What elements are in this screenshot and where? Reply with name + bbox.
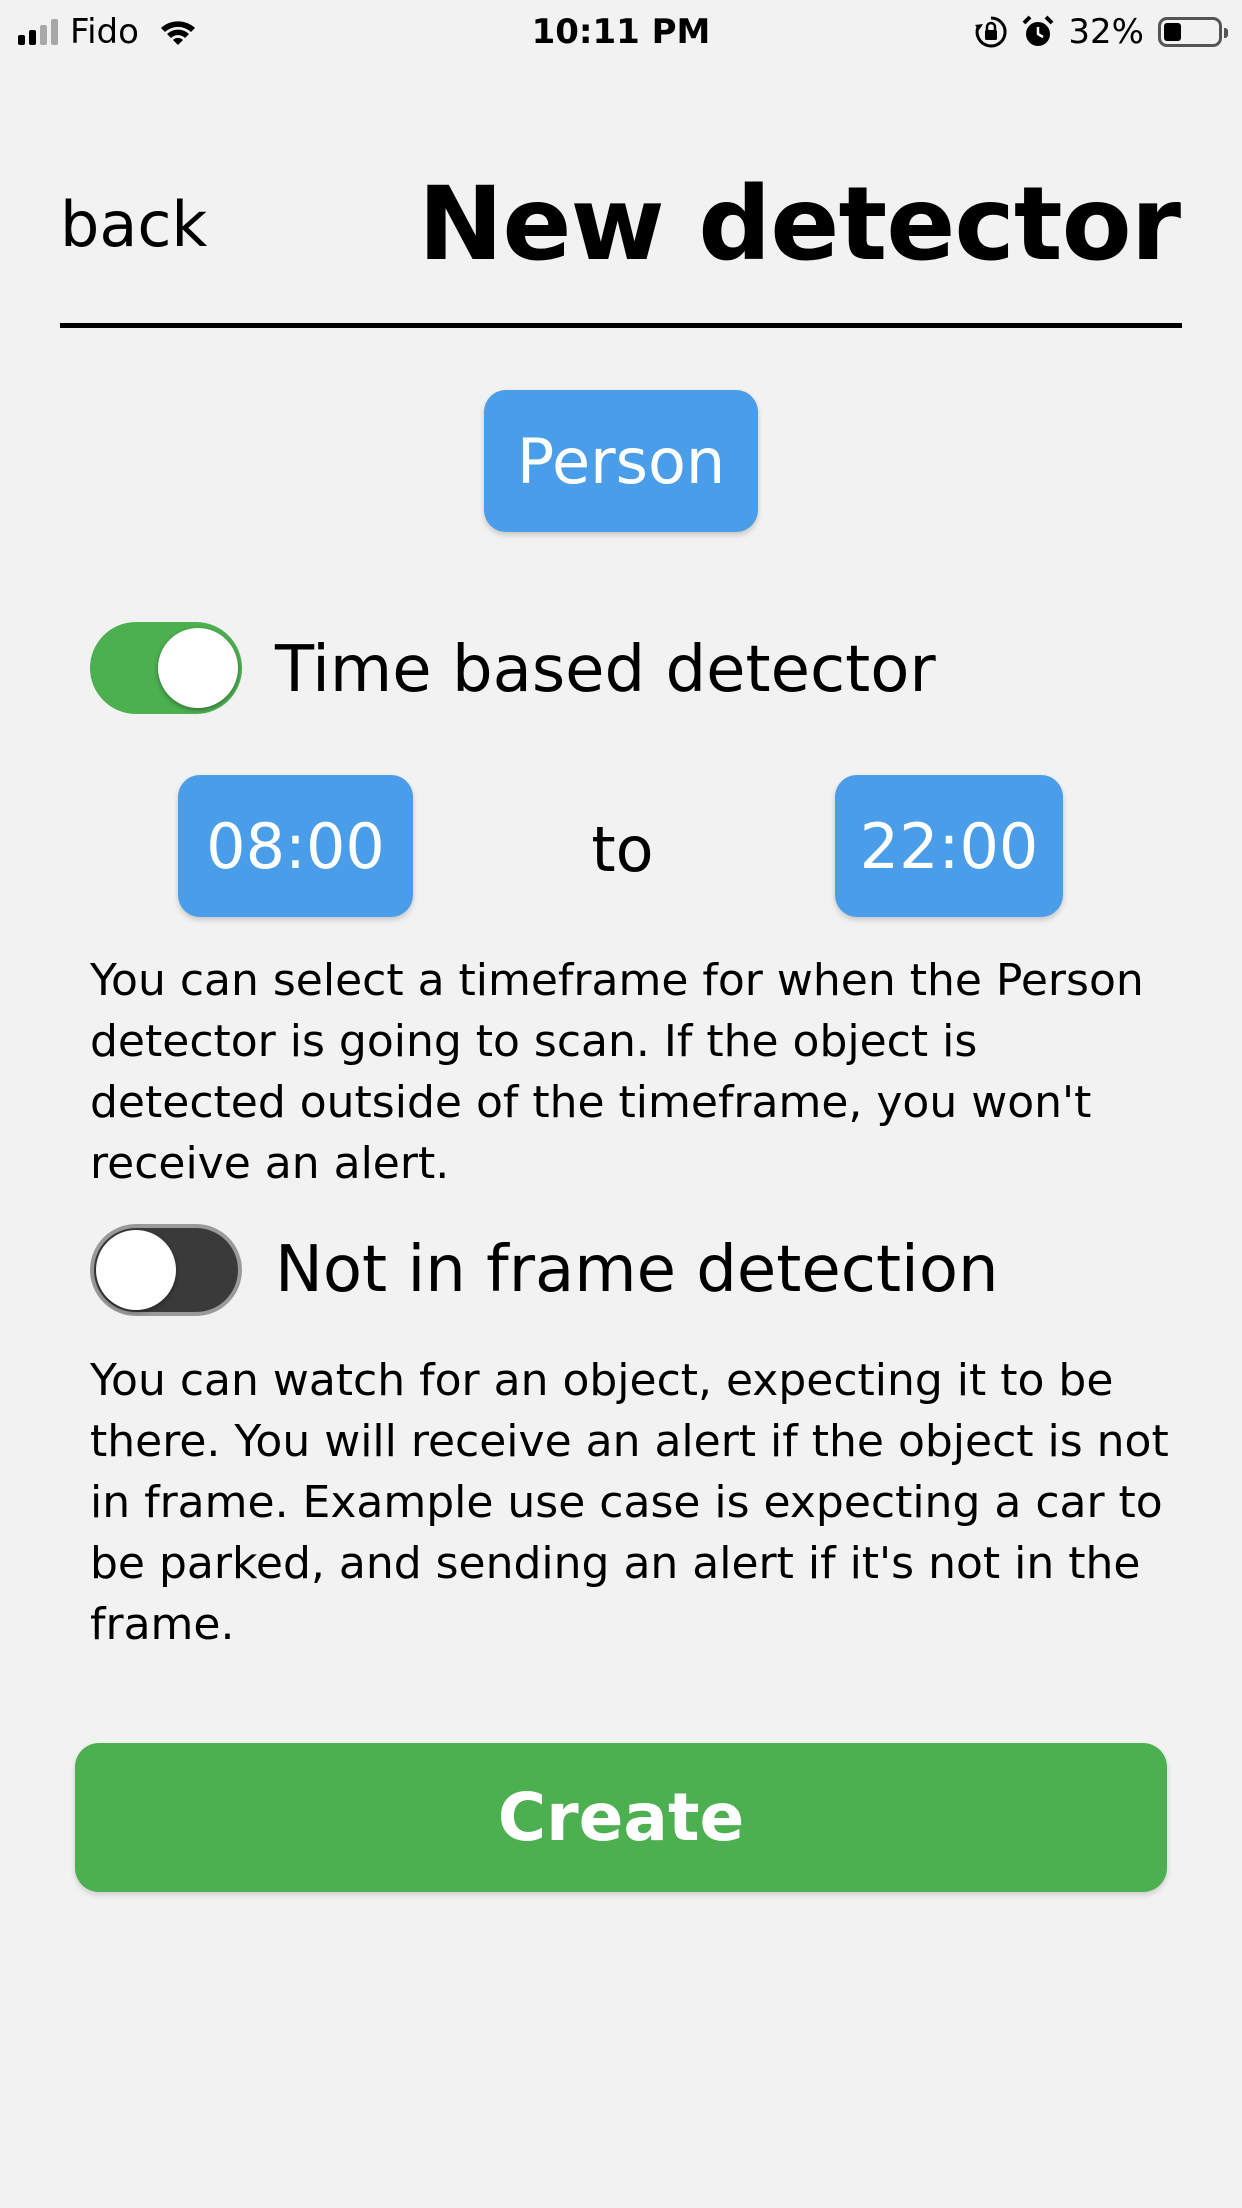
back-button[interactable]: back	[60, 185, 207, 265]
time-based-detector-label: Time based detector	[275, 633, 936, 707]
header-divider	[60, 323, 1182, 328]
create-button[interactable]: Create	[75, 1743, 1167, 1892]
battery-icon	[1158, 17, 1228, 47]
page-title: New detector	[417, 165, 1181, 284]
status-right: 32%	[974, 12, 1228, 52]
toggle-knob	[158, 628, 238, 708]
toggle-knob	[96, 1230, 176, 1310]
not-in-frame-description: You can watch for an object, expecting i…	[90, 1355, 1169, 1650]
time-detector-description: You can select a timeframe for when the …	[90, 955, 1144, 1189]
battery-percent: 32%	[1068, 12, 1144, 52]
not-in-frame-toggle[interactable]	[90, 1224, 242, 1316]
rotation-lock-icon	[975, 16, 1007, 48]
battery-level	[1164, 23, 1181, 41]
time-range-separator: to	[591, 813, 654, 886]
status-bar: Fido 10:11 PM 32%	[0, 0, 1242, 64]
start-time-button[interactable]: 08:00	[178, 775, 413, 917]
object-type-button[interactable]: Person	[484, 390, 758, 532]
end-time-button[interactable]: 22:00	[835, 775, 1063, 917]
alarm-icon	[1023, 15, 1054, 46]
time-based-detector-toggle[interactable]	[90, 622, 242, 714]
not-in-frame-label: Not in frame detection	[275, 1233, 999, 1307]
